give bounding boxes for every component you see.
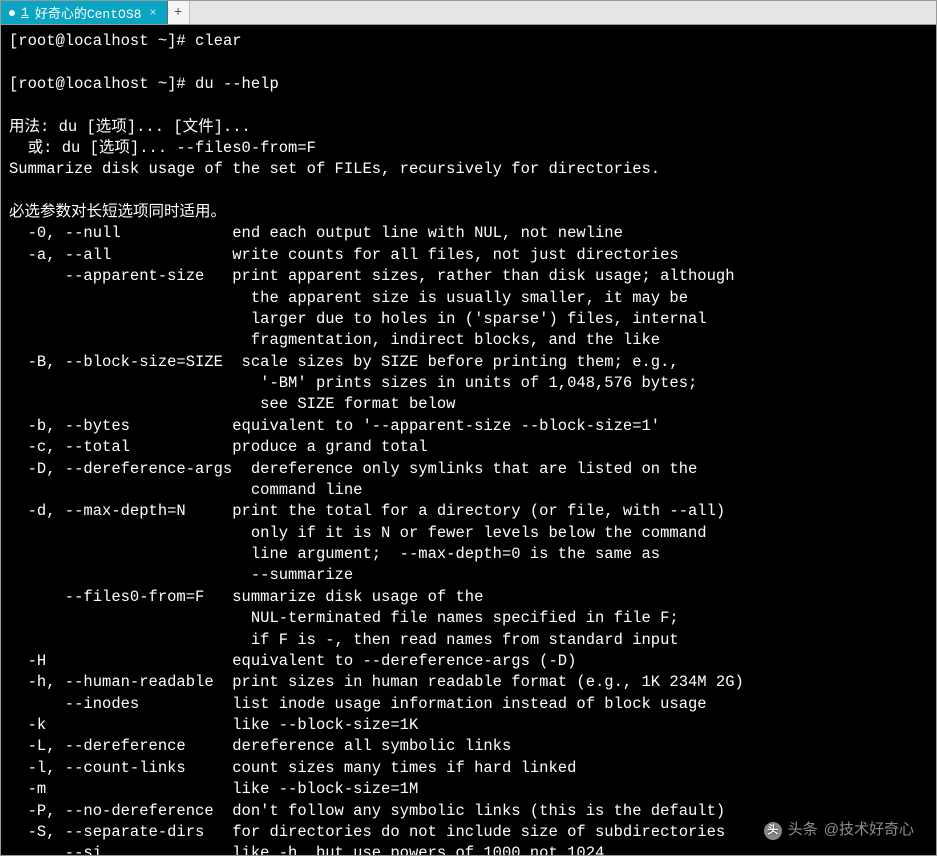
option-line: -m like --block-size=1M	[9, 780, 418, 798]
option-line: --files0-from=F summarize disk usage of …	[9, 588, 483, 606]
tab-bar: 1 好奇心的CentOS8 × +	[1, 1, 936, 25]
option-line: -a, --all write counts for all files, no…	[9, 246, 679, 264]
option-line: -d, --max-depth=N print the total for a …	[9, 502, 725, 520]
new-tab-button[interactable]: +	[168, 1, 190, 24]
dot-icon	[9, 10, 15, 16]
option-line: larger due to holes in ('sparse') files,…	[9, 310, 707, 328]
option-line: -H equivalent to --dereference-args (-D)	[9, 652, 576, 670]
option-line: --inodes list inode usage information in…	[9, 695, 707, 713]
summary-line: Summarize disk usage of the set of FILEs…	[9, 160, 660, 178]
option-line: --summarize	[9, 566, 353, 584]
tab-active[interactable]: 1 好奇心的CentOS8 ×	[1, 1, 168, 24]
option-line: command line	[9, 481, 362, 499]
option-line: -l, --count-links count sizes many times…	[9, 759, 576, 777]
tab-title: 好奇心的CentOS8	[35, 3, 142, 22]
option-line: '-BM' prints sizes in units of 1,048,576…	[9, 374, 697, 392]
terminal-window: 1 好奇心的CentOS8 × + [root@localhost ~]# cl…	[0, 0, 937, 856]
option-line: if F is -, then read names from standard…	[9, 631, 679, 649]
watermark-prefix: 头条	[788, 820, 818, 841]
usage-line: 或: du [选项]... --files0-from=F	[9, 139, 316, 157]
shell-prompt: [root@localhost ~]#	[9, 75, 186, 93]
watermark-icon: 头	[764, 822, 782, 840]
usage-line: 用法: du [选项]... [文件]...	[9, 118, 251, 136]
option-line: see SIZE format below	[9, 395, 455, 413]
option-line: --si like -h, but use powers of 1000 not…	[9, 844, 604, 855]
option-line: -P, --no-dereference don't follow any sy…	[9, 802, 725, 820]
watermark-handle: @技术好奇心	[824, 820, 914, 841]
tab-number: 1	[21, 5, 29, 20]
mandatory-note: 必选参数对长短选项同时适用。	[9, 203, 226, 221]
option-line: -c, --total produce a grand total	[9, 438, 428, 456]
terminal-output[interactable]: [root@localhost ~]# clear [root@localhos…	[1, 25, 936, 855]
option-line: -0, --null end each output line with NUL…	[9, 224, 623, 242]
option-line: -b, --bytes equivalent to '--apparent-si…	[9, 417, 660, 435]
option-line: fragmentation, indirect blocks, and the …	[9, 331, 660, 349]
command-clear: clear	[195, 32, 242, 50]
option-line: -k like --block-size=1K	[9, 716, 418, 734]
watermark: 头 头条 @技术好奇心	[764, 820, 914, 841]
option-line: -D, --dereference-args dereference only …	[9, 460, 697, 478]
shell-prompt: [root@localhost ~]#	[9, 32, 186, 50]
option-line: NUL-terminated file names specified in f…	[9, 609, 679, 627]
option-line: only if it is N or fewer levels below th…	[9, 524, 707, 542]
command-du-help: du --help	[195, 75, 279, 93]
option-line: -B, --block-size=SIZE scale sizes by SIZ…	[9, 353, 679, 371]
option-line: -L, --dereference dereference all symbol…	[9, 737, 511, 755]
option-line: -h, --human-readable print sizes in huma…	[9, 673, 744, 691]
close-icon[interactable]: ×	[147, 6, 158, 20]
option-line: -S, --separate-dirs for directories do n…	[9, 823, 725, 841]
option-line: line argument; --max-depth=0 is the same…	[9, 545, 660, 563]
option-line: --apparent-size print apparent sizes, ra…	[9, 267, 735, 285]
option-line: the apparent size is usually smaller, it…	[9, 289, 688, 307]
